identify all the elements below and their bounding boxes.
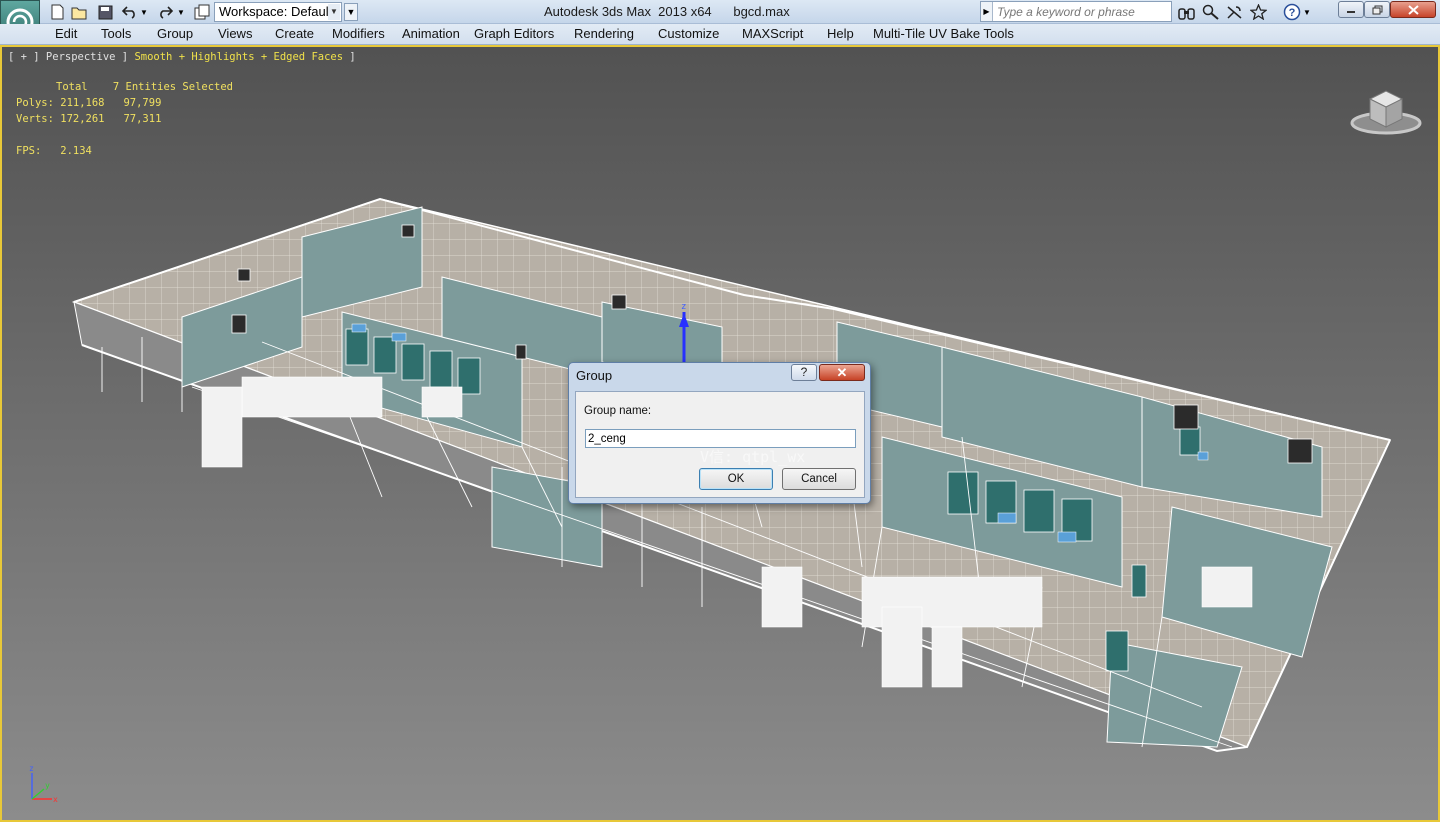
viewcube-icon[interactable] (1348, 77, 1424, 139)
dialog-title: Group (576, 368, 613, 383)
infocenter-search[interactable]: ▶ (980, 1, 1172, 22)
search-tools-icon[interactable] (1200, 3, 1220, 21)
group-dialog: Group ? ✕ Group name: OK Cancel (568, 362, 871, 504)
menu-create[interactable]: Create (275, 26, 314, 41)
redo-dropdown-icon[interactable]: ▼ (176, 3, 186, 21)
help-icon[interactable]: ? (1282, 3, 1302, 21)
group-name-label: Group name: (584, 405, 652, 417)
workspace-value: Workspace: Default (219, 4, 333, 19)
save-icon[interactable] (96, 3, 114, 21)
menu-views[interactable]: Views (218, 26, 252, 41)
new-file-icon[interactable] (48, 3, 66, 21)
svg-text:?: ? (1289, 7, 1296, 19)
menu-maxscript[interactable]: MAXScript (742, 26, 803, 41)
title-bar: ▼ ▼ Workspace: Default ▼ ▼ Autodesk 3ds … (0, 0, 1440, 44)
menu-edit[interactable]: Edit (55, 26, 77, 41)
axis-tripod-icon: z x y (29, 764, 58, 804)
minimize-button[interactable] (1338, 1, 1364, 18)
restore-button[interactable] (1364, 1, 1390, 18)
expand-search-icon[interactable]: ▶ (981, 2, 993, 21)
customize-quick-access-icon[interactable]: ▼ (344, 3, 358, 21)
menu-help[interactable]: Help (827, 26, 854, 41)
menu-customize[interactable]: Customize (658, 26, 719, 41)
dialog-help-button[interactable]: ? (791, 364, 817, 381)
menu-rendering[interactable]: Rendering (574, 26, 634, 41)
file-name: bgcd.max (733, 4, 790, 19)
axis-z-label: z (29, 764, 34, 773)
menu-modifiers[interactable]: Modifiers (332, 26, 385, 41)
axis-y-label: y (45, 781, 50, 790)
redo-icon[interactable] (156, 3, 174, 21)
watermark-text: V信: qtpl_wx (700, 448, 806, 466)
binoculars-icon[interactable] (1176, 3, 1196, 21)
workspace-selector[interactable]: Workspace: Default ▼ (214, 2, 342, 22)
menu-tools[interactable]: Tools (101, 26, 131, 41)
minimize-icon (1347, 10, 1355, 13)
project-folder-icon[interactable] (193, 3, 211, 21)
restore-icon (1372, 5, 1382, 14)
close-window-button[interactable] (1390, 1, 1436, 18)
menu-group[interactable]: Group (157, 26, 193, 41)
axis-x-label: x (53, 795, 58, 804)
dialog-close-button[interactable]: ✕ (819, 364, 865, 381)
window-title: Autodesk 3ds Max 2013 x64 bgcd.max (544, 4, 790, 19)
close-icon (1407, 4, 1419, 15)
menu-bar: Edit Tools Group Views Create Modifiers … (0, 24, 1440, 45)
search-input[interactable] (997, 3, 1167, 20)
favorites-star-icon[interactable] (1248, 3, 1268, 21)
help-dropdown-icon[interactable]: ▼ (1302, 3, 1312, 21)
menu-animation[interactable]: Animation (402, 26, 460, 41)
undo-icon[interactable] (120, 3, 138, 21)
cancel-button[interactable]: Cancel (782, 468, 856, 490)
dialog-body: Group name: OK Cancel (575, 391, 865, 498)
ok-button[interactable]: OK (699, 468, 773, 490)
open-folder-icon[interactable] (70, 3, 88, 21)
workspace-dropdown-icon: ▼ (328, 4, 340, 20)
menu-multi-tile-uv-bake-tools[interactable]: Multi-Tile UV Bake Tools (873, 26, 1014, 41)
app-title: Autodesk 3ds Max 2013 x64 (544, 4, 712, 19)
gizmo-z-label: z (681, 302, 686, 312)
undo-dropdown-icon[interactable]: ▼ (139, 3, 149, 21)
menu-graph-editors[interactable]: Graph Editors (474, 26, 554, 41)
subscription-icon[interactable] (1224, 3, 1244, 21)
